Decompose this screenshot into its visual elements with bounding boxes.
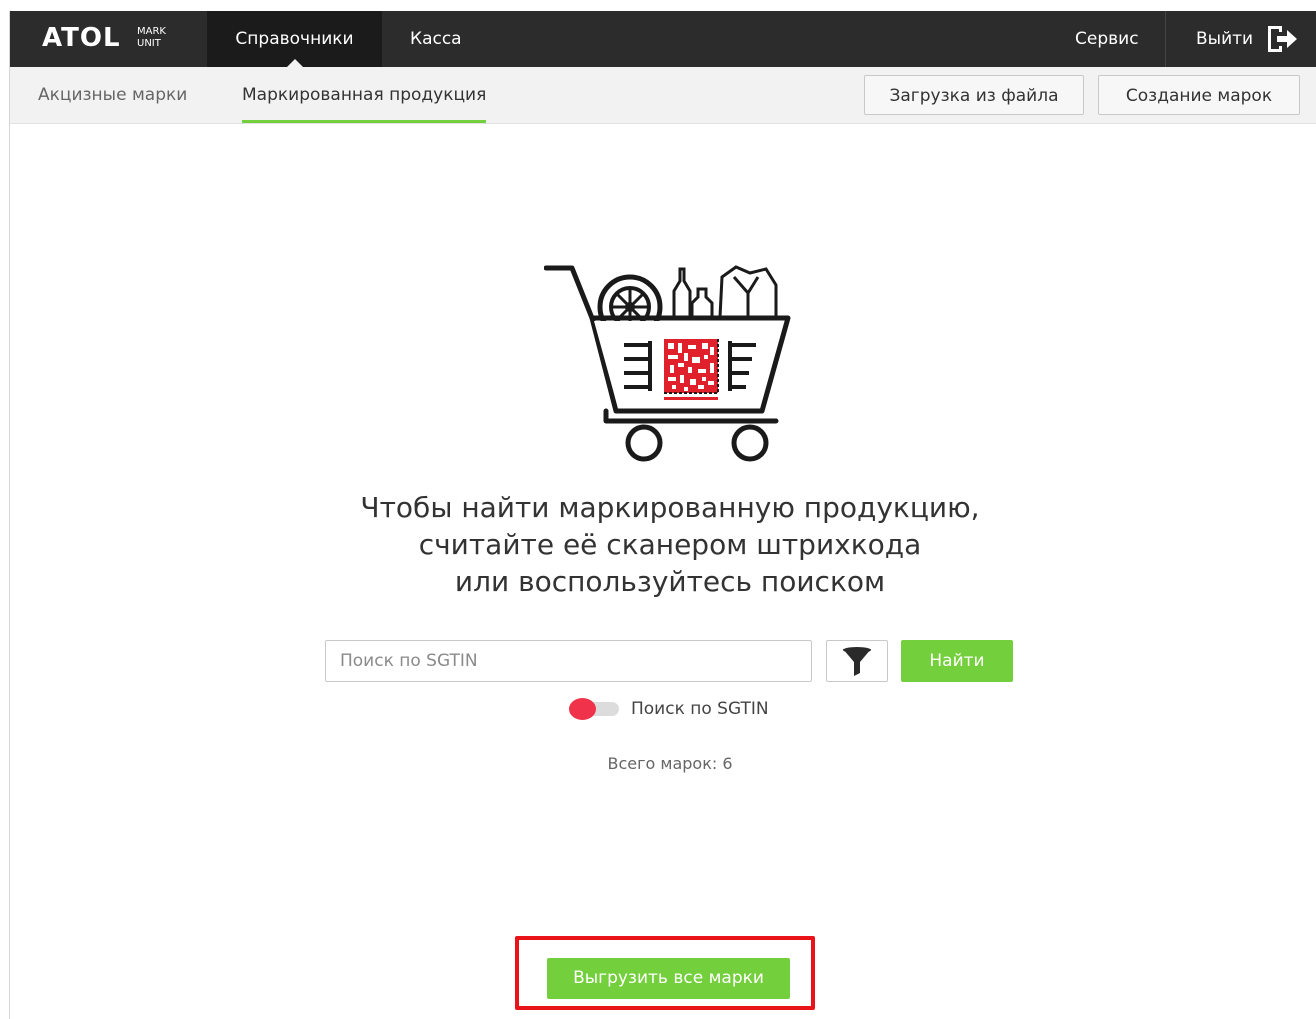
tab-label: Акцизные марки [38, 85, 188, 105]
toggle-label: Поиск по SGTIN [631, 699, 769, 719]
tab-label: Маркированная продукция [242, 85, 487, 105]
headline-line: или воспользуйтесь поиском [454, 565, 886, 598]
nav-tab-label: Справочники [235, 29, 354, 49]
export-all-marks-button[interactable]: Выгрузить все марки [547, 958, 790, 999]
top-navbar: ATOL MARK UNIT Справочники Касса Сервис … [10, 11, 1316, 67]
logo-text: ATOL [42, 23, 121, 53]
logout-icon[interactable] [1266, 24, 1298, 54]
tab-marked-products[interactable]: Маркированная продукция [242, 67, 487, 123]
headline-line: Чтобы найти маркированную продукцию, [360, 491, 980, 524]
logout-button[interactable]: Выйти [1196, 11, 1253, 67]
nav-tab-cash[interactable]: Касса [410, 11, 462, 67]
toggle-knob [569, 698, 596, 720]
filter-icon [843, 647, 871, 676]
logo[interactable]: ATOL MARK UNIT [10, 11, 207, 67]
nav-tab-label: Касса [410, 29, 462, 49]
total-marks-count: Всего марок: 6 [607, 754, 733, 773]
app-window: ATOL MARK UNIT Справочники Касса Сервис … [10, 11, 1316, 1019]
filter-button[interactable] [826, 640, 888, 682]
nav-divider [1165, 11, 1166, 67]
nav-service-label: Сервис [1075, 29, 1139, 49]
logo-subtext-mark: MARK [137, 26, 166, 37]
nav-service[interactable]: Сервис [1075, 11, 1139, 67]
nav-tab-directories[interactable]: Справочники [207, 11, 382, 67]
shopping-cart-with-datamatrix-icon [544, 265, 791, 462]
sgtin-search-toggle[interactable] [569, 698, 619, 720]
upload-from-file-button[interactable]: Загрузка из файла [864, 75, 1084, 115]
sub-navbar: Акцизные марки Маркированная продукция З… [10, 67, 1316, 124]
logo-subtext-unit: UNIT [137, 38, 161, 49]
logout-label: Выйти [1196, 29, 1254, 49]
sgtin-search-input[interactable] [325, 640, 812, 682]
find-button[interactable]: Найти [901, 640, 1013, 682]
active-tab-caret [286, 59, 303, 67]
tab-excise-marks[interactable]: Акцизные марки [38, 67, 187, 123]
create-marks-button[interactable]: Создание марок [1098, 75, 1300, 115]
search-instructions: Чтобы найти маркированную продукцию, счи… [310, 489, 1030, 600]
headline-line: считайте её сканером штрихкода [418, 528, 922, 561]
